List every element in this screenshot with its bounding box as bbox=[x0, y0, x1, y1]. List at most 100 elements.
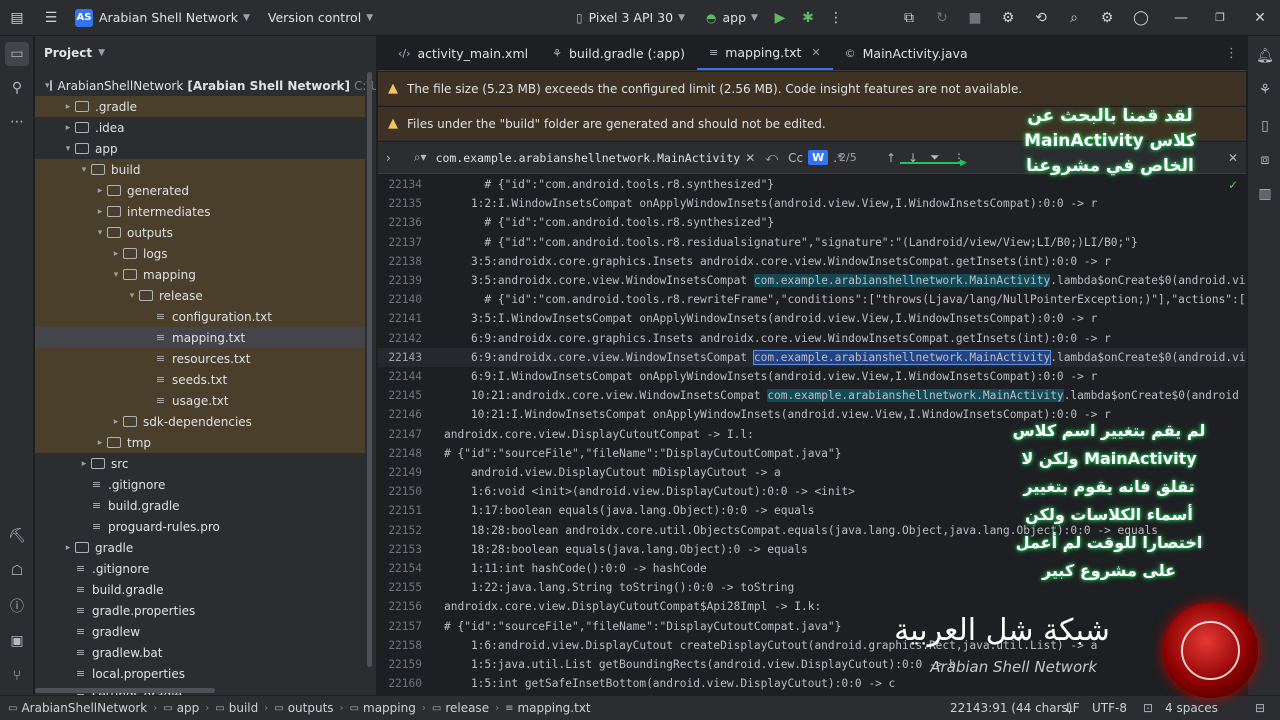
breadcrumb-item[interactable]: app bbox=[177, 701, 200, 715]
tree-horizontal-scrollbar[interactable] bbox=[35, 688, 215, 693]
gradle-icon[interactable]: ⚘ bbox=[1255, 80, 1275, 100]
chevron-down-icon[interactable]: ▾ bbox=[61, 144, 75, 154]
chevron-down-icon[interactable]: ▾ bbox=[125, 291, 139, 301]
chevron-right-icon[interactable]: ▸ bbox=[77, 459, 91, 469]
tree-item[interactable]: ▾ build bbox=[35, 159, 365, 180]
tree-item[interactable]: ▾ ArabianShellNetwork [Arabian Shell Netwo… bbox=[35, 75, 376, 96]
tree-item[interactable]: ▾ release bbox=[35, 285, 365, 306]
sync-gradle-icon[interactable]: ⟲ bbox=[1031, 8, 1051, 28]
editor-tab[interactable]: ‹/› activity_main.xml bbox=[386, 36, 540, 70]
tree-item[interactable]: ▸ gradle bbox=[35, 537, 365, 558]
previous-match-icon[interactable]: ↑ bbox=[886, 151, 896, 165]
problems-icon[interactable]: ⓘ bbox=[7, 596, 27, 616]
terminal-icon[interactable]: ▣ bbox=[7, 631, 27, 651]
tree-item[interactable]: ▸ .idea bbox=[35, 117, 365, 138]
tree-item[interactable]: ≡ gradlew bbox=[35, 621, 365, 642]
restore-icon[interactable]: ❐ bbox=[1210, 8, 1230, 28]
tree-item[interactable]: ≡ usage.txt bbox=[35, 390, 365, 411]
settings-icon[interactable]: ⚙ bbox=[1097, 8, 1117, 28]
vcs-selector[interactable]: Version control ▼ bbox=[268, 10, 373, 25]
git-icon[interactable]: ⑂ bbox=[7, 666, 27, 686]
readonly-lock-icon[interactable]: ⊡ bbox=[1143, 701, 1153, 715]
tree-item[interactable]: ▾ outputs bbox=[35, 222, 365, 243]
line-number[interactable]: 22141 bbox=[378, 312, 422, 325]
line-number[interactable]: 22135 bbox=[378, 197, 422, 210]
tree-item[interactable]: ≡ gradlew.bat bbox=[35, 642, 365, 663]
device-manager-icon[interactable]: ▯ bbox=[1255, 116, 1275, 136]
match-case-toggle[interactable]: Cc bbox=[788, 151, 803, 165]
logcat-icon[interactable]: ☖ bbox=[7, 561, 27, 581]
app-logo-icon[interactable]: ▤ bbox=[7, 8, 27, 28]
indent-setting[interactable]: 4 spaces bbox=[1165, 701, 1218, 715]
tree-item[interactable]: ▸ sdk-dependencies bbox=[35, 411, 365, 432]
line-number[interactable]: 22137 bbox=[378, 236, 422, 249]
chevron-down-icon[interactable]: ▾ bbox=[93, 228, 107, 238]
chevron-right-icon[interactable]: ▸ bbox=[93, 186, 107, 196]
run-icon[interactable]: ▶ bbox=[770, 8, 790, 28]
line-number[interactable]: 22151 bbox=[378, 504, 422, 517]
line-number[interactable]: 22156 bbox=[378, 600, 422, 613]
breadcrumb-item[interactable]: ArabianShellNetwork bbox=[21, 701, 147, 715]
line-number[interactable]: 22157 bbox=[378, 620, 422, 633]
more-tools-icon[interactable]: ⋯ bbox=[7, 112, 27, 132]
tree-item[interactable]: ▸ .gradle bbox=[35, 96, 365, 117]
build-variants-icon[interactable]: ⛏ bbox=[7, 526, 27, 546]
tree-item[interactable]: ▸ generated bbox=[35, 180, 365, 201]
tree-item[interactable]: ≡ .gitignore bbox=[35, 474, 365, 495]
editor-tab[interactable]: © MainActivity.java bbox=[833, 36, 980, 70]
line-number[interactable]: 22155 bbox=[378, 581, 422, 594]
tree-item[interactable]: ≡ seeds.txt bbox=[35, 369, 365, 390]
chevron-right-icon[interactable]: ▸ bbox=[109, 249, 123, 259]
line-number[interactable]: 22158 bbox=[378, 639, 422, 652]
caret-position[interactable]: 22143:91 (44 chars) bbox=[950, 701, 1073, 715]
line-number[interactable]: 22140 bbox=[378, 293, 422, 306]
line-number[interactable]: 22146 bbox=[378, 408, 422, 421]
breadcrumb-item[interactable]: build bbox=[229, 701, 259, 715]
debug-icon[interactable]: ✱ bbox=[798, 8, 818, 28]
chevron-right-icon[interactable]: ▸ bbox=[93, 438, 107, 448]
chevron-down-icon[interactable]: ▾ bbox=[109, 270, 123, 280]
line-number[interactable]: 22147 bbox=[378, 428, 422, 441]
chevron-right-icon[interactable]: ▸ bbox=[61, 102, 75, 112]
chevron-right-icon[interactable]: ▸ bbox=[109, 417, 123, 427]
tree-item[interactable]: ▾ app bbox=[35, 138, 365, 159]
chevron-right-icon[interactable]: ▸ bbox=[93, 207, 107, 217]
chevron-down-icon[interactable]: ▾ bbox=[77, 165, 91, 175]
account-icon[interactable]: ◯ bbox=[1131, 8, 1151, 28]
search-history-icon[interactable]: ⌕▾ bbox=[414, 150, 427, 165]
whole-words-toggle[interactable]: W bbox=[808, 150, 829, 165]
breadcrumb-item[interactable]: outputs bbox=[288, 701, 334, 715]
tab-options-icon[interactable]: ⋮ bbox=[1225, 46, 1238, 61]
breadcrumb-item[interactable]: mapping bbox=[363, 701, 416, 715]
tree-item[interactable]: ≡ configuration.txt bbox=[35, 306, 365, 327]
project-selector[interactable]: AS Arabian Shell Network ▼ bbox=[75, 8, 250, 27]
clear-search-icon[interactable]: ✕ bbox=[745, 151, 755, 165]
tree-item[interactable]: ≡ mapping.txt bbox=[35, 327, 365, 348]
tree-scrollbar[interactable] bbox=[367, 72, 372, 667]
tree-item[interactable]: ≡ build.gradle bbox=[35, 579, 365, 600]
breadcrumb-item[interactable]: release bbox=[445, 701, 489, 715]
tree-item[interactable]: ▸ src bbox=[35, 453, 365, 474]
chevron-right-icon[interactable]: ▸ bbox=[61, 543, 75, 553]
tree-item[interactable]: ▾ mapping bbox=[35, 264, 365, 285]
stop-icon[interactable]: ■ bbox=[965, 8, 985, 28]
project-panel-header[interactable]: Project ▼ bbox=[35, 36, 376, 70]
line-number[interactable]: 22144 bbox=[378, 370, 422, 383]
tree-item[interactable]: ≡ .gitignore bbox=[35, 558, 365, 579]
more-icon[interactable]: ⋮ bbox=[826, 8, 846, 28]
line-number[interactable]: 22136 bbox=[378, 216, 422, 229]
run-config-selector[interactable]: ◓ app ▼ bbox=[706, 10, 758, 25]
tree-item[interactable]: ≡ local.properties bbox=[35, 663, 365, 684]
line-number[interactable]: 22159 bbox=[378, 658, 422, 671]
file-encoding[interactable]: UTF-8 bbox=[1092, 701, 1127, 715]
minimize-icon[interactable]: — bbox=[1171, 8, 1191, 28]
line-number[interactable]: 22134 bbox=[378, 178, 422, 191]
tree-item[interactable]: ▸ logs bbox=[35, 243, 365, 264]
line-number[interactable]: 22154 bbox=[378, 562, 422, 575]
sdk-manager-icon[interactable]: ⚙ bbox=[998, 8, 1018, 28]
line-number[interactable]: 22152 bbox=[378, 524, 422, 537]
close-find-icon[interactable]: ✕ bbox=[1228, 151, 1238, 165]
line-number[interactable]: 22142 bbox=[378, 332, 422, 345]
close-tab-icon[interactable]: ✕ bbox=[811, 46, 820, 59]
line-number[interactable]: 22139 bbox=[378, 274, 422, 287]
